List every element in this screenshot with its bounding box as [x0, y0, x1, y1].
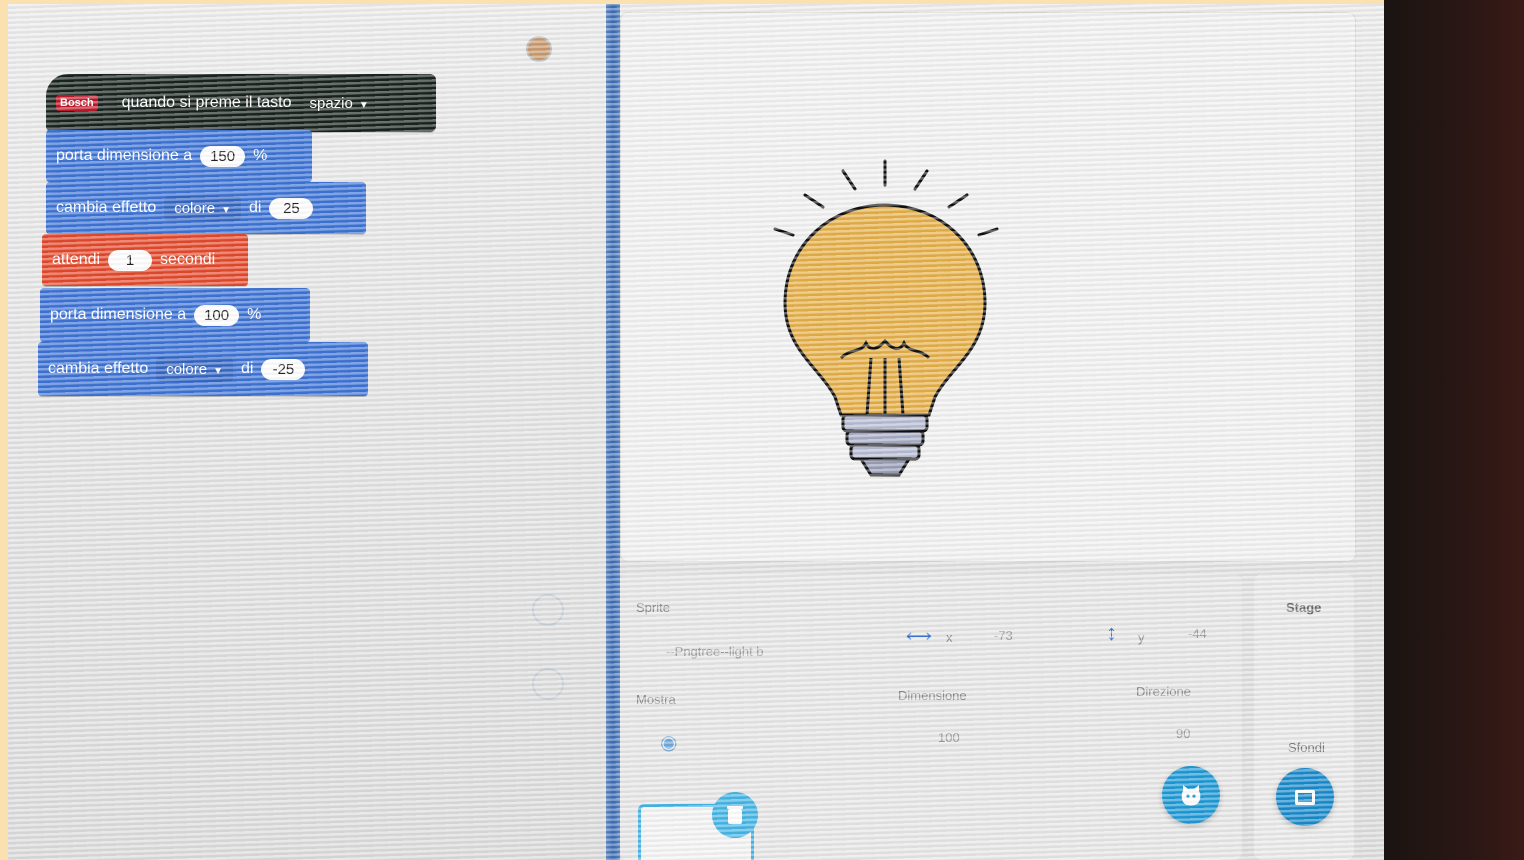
chevron-down-icon: ▼ — [221, 204, 231, 216]
set-size-block-2[interactable]: porta dimensione a 100 % — [40, 288, 310, 342]
choose-backdrop-icon — [1295, 790, 1315, 805]
lightbulb-sprite[interactable] — [771, 153, 1011, 513]
direction-input[interactable]: 90 — [1176, 726, 1190, 741]
block-label: porta dimensione a — [56, 147, 193, 164]
show-label: Mostra — [636, 692, 676, 707]
effect-dropdown[interactable]: colore ▼ — [164, 195, 241, 221]
block-label: cambia effetto — [56, 199, 157, 216]
eye-icon[interactable]: ◉ — [660, 730, 677, 755]
block-label: attendi — [52, 251, 101, 268]
monitor-bezel — [1384, 0, 1524, 860]
x-label: x — [946, 630, 953, 645]
chevron-down-icon: ▼ — [358, 99, 369, 111]
percent-label: % — [247, 306, 262, 323]
arrows-horizontal-icon: ⟷ — [906, 626, 932, 646]
block-label: cambia effetto — [48, 360, 149, 377]
size-input[interactable]: 150 — [200, 145, 246, 167]
chevron-down-icon: ▼ — [213, 365, 223, 377]
seconds-label: secondi — [160, 251, 216, 268]
when-key-pressed-block[interactable]: Bosch quando si preme il tasto spazio ▼ — [46, 74, 436, 132]
seconds-input[interactable]: 1 — [108, 249, 153, 271]
size-label: Dimensione — [898, 688, 967, 703]
size-input[interactable]: 100 — [938, 730, 960, 745]
block-badge: Bosch — [56, 95, 98, 111]
size-input[interactable]: 100 — [194, 304, 240, 326]
y-input[interactable]: -44 — [1188, 626, 1207, 641]
x-input[interactable]: -73 — [994, 628, 1013, 643]
stage-canvas[interactable] — [620, 12, 1356, 562]
stage-title: Stage — [1286, 600, 1322, 615]
choose-backdrop-button[interactable] — [1276, 768, 1334, 826]
effect-amount-input[interactable]: -25 — [261, 358, 306, 380]
panel-divider — [606, 4, 620, 860]
hat-label: quando si preme il tasto — [121, 94, 292, 111]
di-label: di — [240, 360, 254, 377]
trash-icon — [727, 806, 743, 824]
effect-dropdown[interactable]: colore ▼ — [156, 356, 233, 382]
zoom-out-icon[interactable] — [532, 668, 564, 700]
effect-amount-input[interactable]: 25 — [269, 197, 314, 219]
wait-block[interactable]: attendi 1 secondi — [42, 234, 248, 286]
di-label: di — [248, 199, 262, 216]
scratch-editor-screen: Bosch quando si preme il tasto spazio ▼ p… — [8, 4, 1384, 860]
arrows-vertical-icon: ↕ — [1106, 620, 1117, 645]
zoom-in-icon[interactable] — [532, 594, 564, 626]
sprite-label: Sprite — [636, 600, 670, 615]
key-dropdown[interactable]: spazio ▼ — [299, 90, 379, 116]
change-effect-block-1[interactable]: cambia effetto colore ▼ di 25 — [46, 182, 366, 234]
choose-sprite-button[interactable] — [1162, 766, 1220, 824]
set-size-block-1[interactable]: porta dimensione a 150 % — [46, 130, 312, 182]
stage-selector-panel[interactable]: Stage Sfondi — [1254, 574, 1354, 860]
y-label: y — [1138, 630, 1145, 645]
sprite-name-input[interactable]: --Pngtree--light b — [666, 644, 764, 659]
backdrops-label: Sfondi — [1288, 740, 1325, 755]
code-area[interactable]: Bosch quando si preme il tasto spazio ▼ p… — [8, 4, 614, 860]
direction-label: Direzione — [1136, 684, 1191, 699]
change-effect-block-2[interactable]: cambia effetto colore ▼ di -25 — [38, 342, 368, 396]
choose-sprite-icon — [1181, 785, 1201, 806]
delete-sprite-button[interactable] — [712, 792, 758, 838]
sprite-thumbnail-icon — [526, 36, 552, 62]
percent-label: % — [253, 147, 268, 164]
block-label: porta dimensione a — [50, 306, 187, 323]
